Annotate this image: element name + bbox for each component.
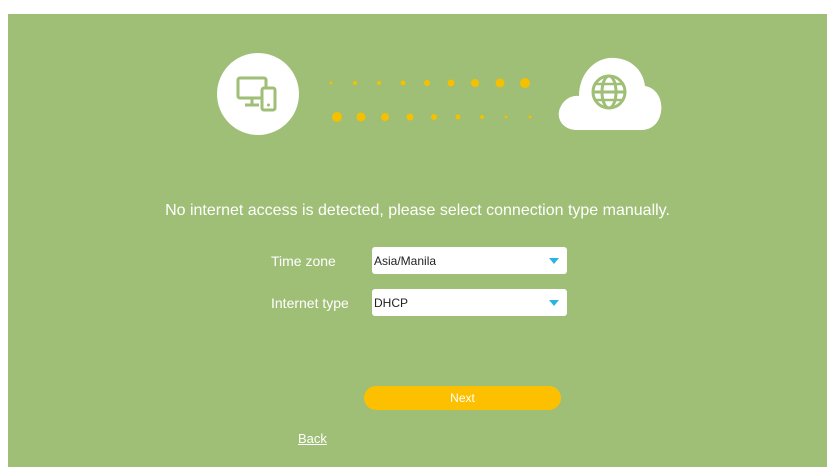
progress-dot: [332, 112, 342, 122]
status-message: No internet access is detected, please s…: [165, 202, 670, 219]
chevron-down-icon: [549, 258, 559, 264]
progress-dot: [377, 81, 381, 85]
device-circle: [217, 53, 299, 135]
progress-dot: [455, 114, 461, 120]
progress-dot: [329, 81, 333, 85]
progress-dot: [471, 79, 479, 87]
internet-type-select[interactable]: DHCP: [372, 289, 567, 316]
progress-dot: [520, 78, 530, 88]
internet-type-value: DHCP: [374, 295, 409, 310]
progress-dots-bottom: [326, 111, 546, 123]
progress-dot: [528, 115, 532, 119]
time-zone-select[interactable]: Asia/Manila: [372, 247, 567, 274]
cloud-shape: [553, 50, 665, 132]
progress-dot: [431, 114, 437, 120]
internet-type-label: Internet type: [271, 295, 349, 311]
progress-dot: [447, 79, 455, 87]
setup-panel: No internet access is detected, please s…: [8, 14, 827, 467]
next-button[interactable]: Next: [364, 386, 561, 410]
progress-dot: [424, 80, 430, 86]
progress-dots-top: [326, 77, 546, 89]
progress-dot: [353, 81, 357, 85]
devices-icon: [236, 76, 277, 112]
progress-dot: [406, 113, 414, 121]
progress-dot: [504, 115, 508, 119]
chevron-down-icon: [549, 300, 559, 306]
back-link[interactable]: Back: [298, 431, 327, 446]
time-zone-value: Asia/Manila: [374, 253, 437, 268]
progress-dot: [495, 78, 505, 88]
progress-dot: [400, 80, 406, 86]
progress-dot: [480, 115, 484, 119]
progress-dot: [356, 112, 366, 122]
progress-dot: [381, 113, 389, 121]
globe-icon: [591, 74, 627, 110]
time-zone-label: Time zone: [271, 253, 336, 269]
